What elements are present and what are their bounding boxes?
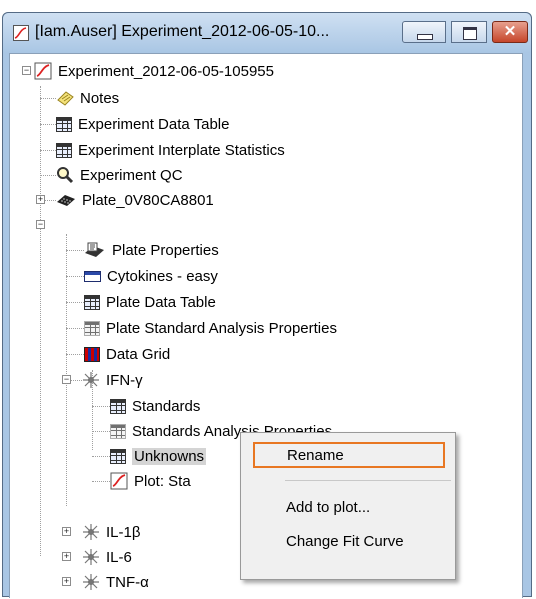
- tree-node-label: Experiment QC: [80, 166, 183, 184]
- window-title: [Iam.Auser] Experiment_2012-06-05-10...: [35, 23, 330, 40]
- close-icon: ✕: [503, 23, 517, 40]
- tree-node-experiment-data-table[interactable]: Experiment Data Table: [56, 113, 229, 135]
- maximize-button[interactable]: [451, 21, 487, 43]
- menu-item-rename[interactable]: Rename: [253, 442, 445, 468]
- tree-node-label: Plate Data Table: [106, 293, 216, 311]
- tree-node-experiment-qc[interactable]: Experiment QC: [56, 164, 183, 186]
- plate-icon: [57, 195, 75, 206]
- grey-table-icon: [84, 320, 100, 336]
- title-bar[interactable]: [Iam.Auser] Experiment_2012-06-05-10... …: [3, 13, 531, 53]
- collapse-toggle-ifn-gamma[interactable]: −: [62, 375, 71, 384]
- tree-node-label: Standards: [132, 397, 201, 415]
- tree-node-experiment[interactable]: Experiment_2012-06-05-105955: [34, 60, 274, 82]
- context-menu: Rename Add to plot... Change Fit Curve: [240, 432, 456, 580]
- collapse-toggle-experiment[interactable]: −: [22, 66, 31, 75]
- tree-node-plot-standards[interactable]: Plot: Sta: [110, 470, 191, 492]
- tree-node-label: IL-6: [106, 548, 132, 566]
- tree-node-label: Notes: [80, 89, 120, 107]
- panel-icon: [84, 270, 101, 282]
- tree-node-data-grid[interactable]: Data Grid: [84, 343, 170, 365]
- tree-node-label: IL-1β: [106, 523, 141, 541]
- table-icon: [110, 448, 126, 464]
- experiment-app-icon: [13, 25, 29, 41]
- analyte-icon: [83, 574, 99, 590]
- analyte-icon: [83, 549, 99, 565]
- menu-item-label: Rename: [287, 446, 344, 464]
- minimize-button[interactable]: [402, 21, 446, 43]
- table-icon: [110, 398, 126, 414]
- plate-properties-icon: [85, 242, 104, 257]
- tree-node-notes[interactable]: Notes: [56, 87, 119, 109]
- tree-node-il-1b[interactable]: IL-1β: [82, 521, 140, 543]
- menu-item-change-fit-curve[interactable]: Change Fit Curve: [242, 528, 454, 554]
- tree-line: [66, 250, 84, 251]
- analyte-icon: [83, 524, 99, 540]
- tree-node-label: IFN-γ: [106, 371, 143, 389]
- maximize-icon: [452, 22, 486, 42]
- menu-item-add-to-plot[interactable]: Add to plot...: [242, 494, 454, 520]
- tree-line: [40, 124, 56, 125]
- minimize-icon: [403, 22, 445, 42]
- tree-node-label: Experiment Data Table: [78, 115, 230, 133]
- table-icon: [56, 116, 72, 132]
- tree-line: [66, 328, 84, 329]
- tree-node-il-6[interactable]: IL-6: [82, 546, 132, 568]
- tree-line: [92, 456, 110, 457]
- tree-line: [40, 98, 56, 99]
- plot-icon: [110, 472, 128, 490]
- menu-separator: [285, 480, 451, 481]
- tree-line: [66, 234, 67, 506]
- collapse-toggle-plate[interactable]: −: [36, 220, 45, 229]
- heatmap-icon: [84, 346, 100, 362]
- tree-line: [66, 276, 84, 277]
- tree-node-ifn-gamma[interactable]: IFN-γ: [82, 369, 143, 391]
- tree-node-label: Experiment_2012-06-05-105955: [58, 62, 274, 80]
- tree-node-label: Plot: Sta: [134, 472, 191, 490]
- tree-node-unknowns[interactable]: Unknowns: [110, 445, 207, 467]
- tree-node-plate-standard-analysis-properties[interactable]: Plate Standard Analysis Properties: [84, 317, 337, 339]
- tree-node-label: TNF-α: [106, 573, 149, 591]
- tree-line: [92, 481, 110, 482]
- notes-icon: [57, 91, 74, 106]
- tree-line: [92, 431, 110, 432]
- tree-node-label: Data Grid: [106, 345, 171, 363]
- tree-line: [40, 86, 41, 556]
- expand-toggle-il-1b[interactable]: +: [62, 527, 71, 536]
- expand-toggle-tnf-alpha[interactable]: +: [62, 577, 71, 586]
- tree-node-plate[interactable]: Plate_0V80CA8801: [56, 189, 214, 211]
- tree-node-label: Plate_0V80CA8801: [82, 191, 214, 209]
- cropped-caption: [0, 0, 536, 10]
- tree-node-label: Plate Properties: [112, 241, 219, 259]
- tree-node-label: Plate Standard Analysis Properties: [106, 319, 337, 337]
- tree-line: [40, 175, 56, 176]
- tree-line: [92, 406, 110, 407]
- tree-line: [40, 150, 56, 151]
- tree-node-label: Experiment Interplate Statistics: [78, 141, 285, 159]
- tree-node-cytokines-easy[interactable]: Cytokines - easy: [84, 265, 218, 287]
- close-button[interactable]: ✕: [492, 21, 528, 43]
- expand-toggle-experiment-qc[interactable]: +: [36, 195, 45, 204]
- tree-node-plate-data-table[interactable]: Plate Data Table: [84, 291, 216, 313]
- table-icon: [84, 294, 100, 310]
- tree-line: [66, 302, 84, 303]
- magnifier-icon: [57, 167, 74, 184]
- menu-item-label: Add to plot...: [286, 498, 371, 516]
- menu-item-label: Change Fit Curve: [286, 532, 404, 550]
- tree-line: [66, 354, 84, 355]
- tree-node-standards[interactable]: Standards: [110, 395, 200, 417]
- experiment-icon: [34, 62, 52, 80]
- tree-node-label: Cytokines - easy: [107, 267, 218, 285]
- tree-node-plate-properties[interactable]: Plate Properties: [84, 239, 219, 261]
- tree-node-tnf-alpha[interactable]: TNF-α: [82, 571, 149, 593]
- table-icon: [56, 142, 72, 158]
- analyte-icon: [83, 372, 99, 388]
- expand-toggle-il-6[interactable]: +: [62, 552, 71, 561]
- tree-node-experiment-interplate-statistics[interactable]: Experiment Interplate Statistics: [56, 139, 285, 161]
- grey-table-icon: [110, 423, 126, 439]
- tree-node-label: Unknowns: [132, 447, 207, 465]
